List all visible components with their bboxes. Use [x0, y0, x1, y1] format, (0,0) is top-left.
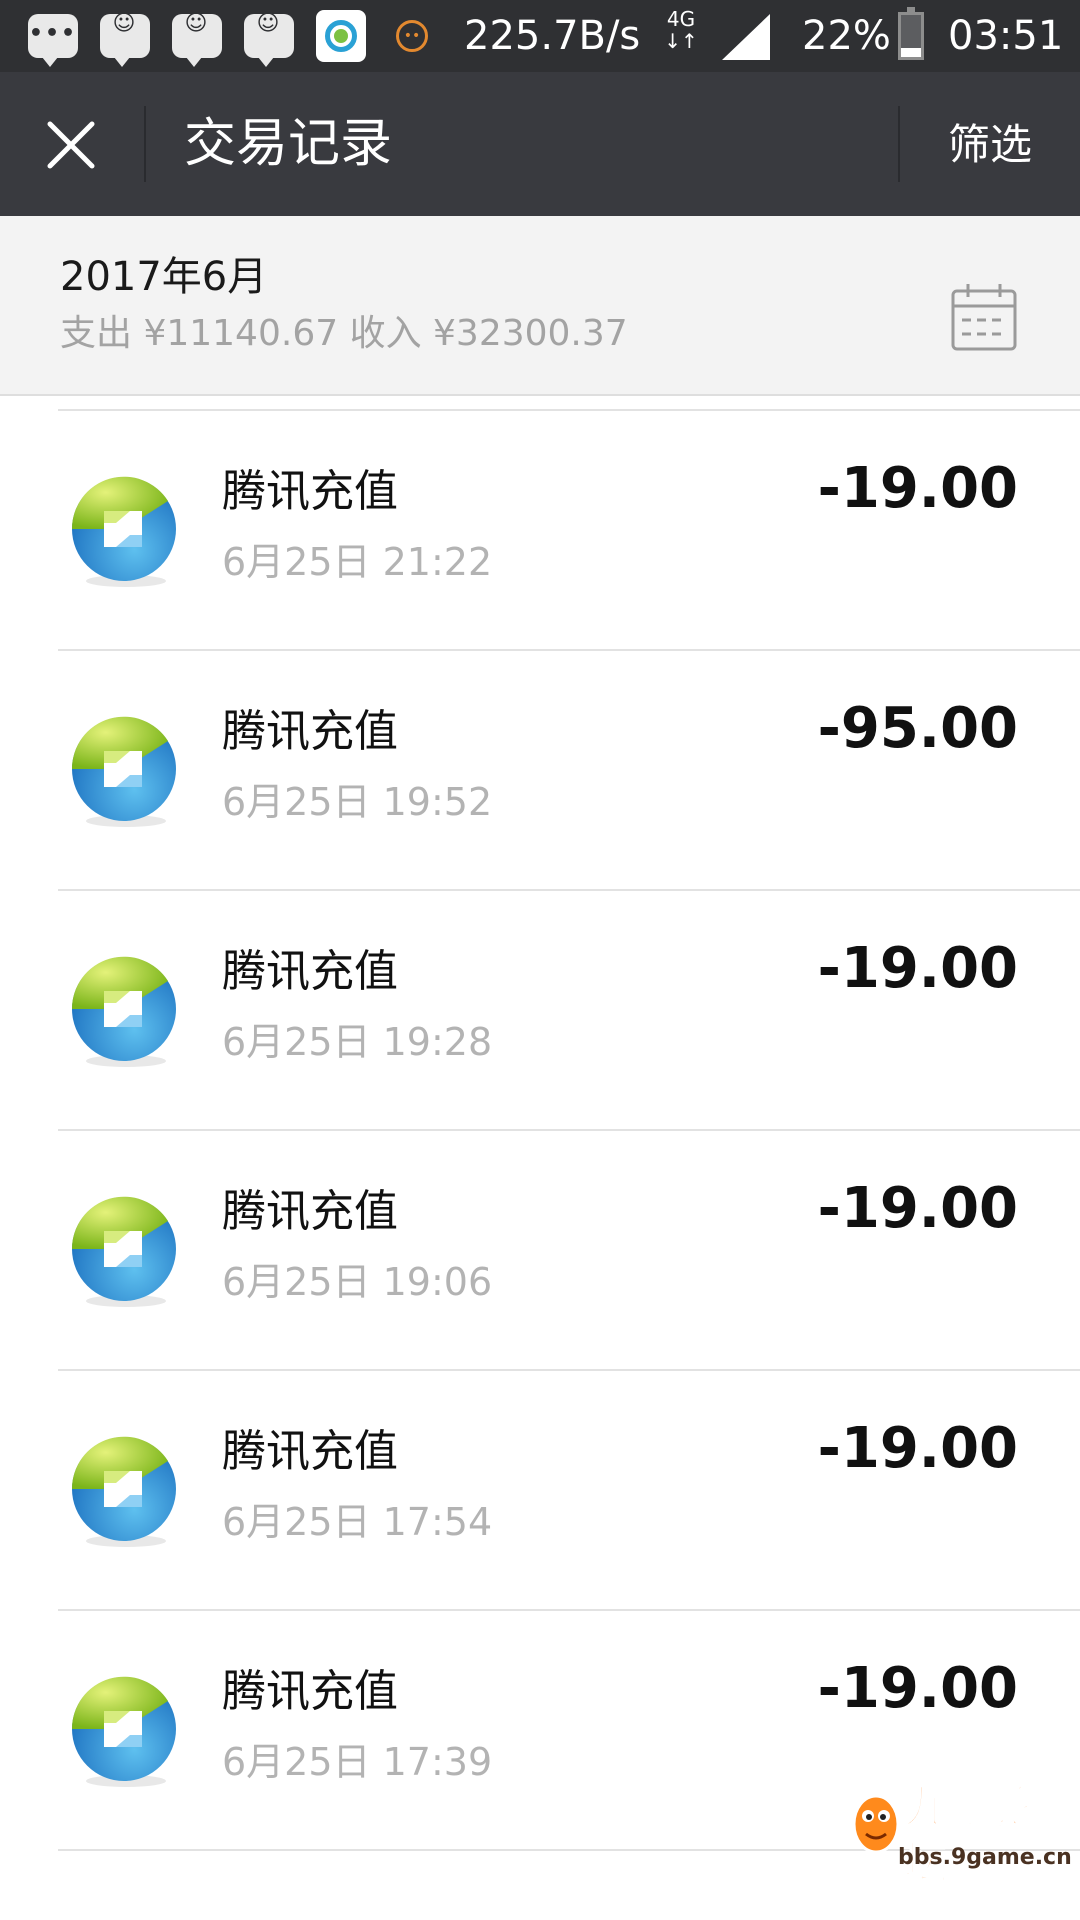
- transaction-time: 6月25日 21:22: [222, 540, 493, 584]
- title-bar: 交易记录 筛选: [0, 72, 1080, 216]
- page-title: 交易记录: [184, 114, 393, 174]
- transaction-row[interactable]: 腾讯充值 6月25日 17:54 -19.00: [0, 1371, 1080, 1611]
- calendar-icon[interactable]: [950, 282, 1018, 352]
- month-title: 2017年6月: [60, 254, 268, 300]
- signal-strength-icon: [722, 14, 770, 60]
- battery-icon: [898, 7, 924, 60]
- tencent-recharge-logo-icon: [71, 1676, 176, 1787]
- transaction-row[interactable]: 腾讯充值 6月25日 19:52 -95.00: [0, 651, 1080, 891]
- filter-button[interactable]: 筛选: [948, 120, 1032, 170]
- transaction-name: 腾讯充值: [222, 1186, 398, 1237]
- transaction-time: 6月25日 19:52: [222, 780, 493, 824]
- watermark-brand: 九游论坛: [903, 1781, 1037, 1890]
- transaction-amount: -19.00: [817, 936, 1018, 1001]
- forum-watermark: 九游论坛 bbs.9game.cn: [848, 1778, 1074, 1916]
- title-divider: [144, 106, 146, 182]
- transaction-name: 腾讯充值: [222, 946, 398, 997]
- chat-notification-icon: ☺: [172, 13, 222, 67]
- transaction-row[interactable]: 腾讯充值 6月25日 19:28 -19.00: [0, 891, 1080, 1131]
- tencent-recharge-logo-icon: [71, 1196, 176, 1307]
- tencent-recharge-logo-icon: [71, 956, 176, 1067]
- transaction-time: 6月25日 17:39: [222, 1740, 493, 1784]
- month-summary: 支出 ¥11140.67 收入 ¥32300.37: [60, 313, 628, 354]
- title-divider: [898, 106, 900, 182]
- tencent-recharge-logo-icon: [71, 1436, 176, 1547]
- transaction-amount: -95.00: [817, 696, 1018, 761]
- transaction-time: 6月25日 17:54: [222, 1500, 493, 1544]
- transaction-list[interactable]: 腾讯充值6月25日 21:57-19.00腾讯充值6月25日 21:22-19.…: [0, 216, 1080, 1920]
- close-icon[interactable]: [46, 120, 96, 170]
- emoji-notification-icon: ••: [396, 20, 428, 52]
- transaction-amount: -19.00: [817, 1176, 1018, 1241]
- transaction-amount: -19.00: [817, 1416, 1018, 1481]
- transaction-name: 腾讯充值: [222, 1666, 398, 1717]
- transaction-name: 腾讯充值: [222, 466, 398, 517]
- transaction-name: 腾讯充值: [222, 706, 398, 757]
- network-type-icon: 4G ↓↑: [664, 7, 698, 53]
- transaction-time: 6月25日 19:28: [222, 1020, 493, 1064]
- battery-percent: 22%: [802, 13, 891, 59]
- network-type: 4G: [666, 7, 696, 31]
- transaction-row[interactable]: 腾讯充值 6月25日 19:06 -19.00: [0, 1131, 1080, 1371]
- mascot-icon: [852, 1794, 900, 1854]
- status-bar: ••• ☺ ☺ ☺ •• 225.7B/s 4G ↓↑ 22% 03:51: [0, 0, 1080, 72]
- month-header: 2017年6月 支出 ¥11140.67 收入 ¥32300.37: [0, 216, 1080, 396]
- transaction-amount: -19.00: [817, 1656, 1018, 1721]
- chat-notification-icon: ☺: [244, 13, 294, 67]
- network-speed: 225.7B/s: [464, 13, 641, 59]
- clock: 03:51: [948, 13, 1064, 59]
- chat-notification-icon: ☺: [100, 13, 150, 67]
- transaction-row[interactable]: 腾讯充值 6月25日 21:22 -19.00: [0, 411, 1080, 651]
- transaction-time: 6月25日 19:06: [222, 1260, 493, 1304]
- tencent-recharge-logo-icon: [71, 716, 176, 827]
- china-mobile-icon: [316, 10, 366, 62]
- watermark-url: bbs.9game.cn: [898, 1845, 1072, 1870]
- transaction-name: 腾讯充值: [222, 1426, 398, 1477]
- message-notification-icon: •••: [28, 14, 78, 67]
- transaction-amount: -19.00: [817, 456, 1018, 521]
- tencent-recharge-logo-icon: [71, 476, 176, 587]
